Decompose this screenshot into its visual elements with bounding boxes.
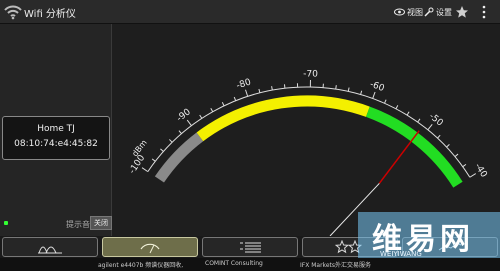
gauge-minor-tick (347, 87, 350, 92)
wifi-app-icon (4, 5, 22, 20)
gauge-minor-tick (417, 118, 421, 123)
gauge-minor-tick (384, 99, 387, 104)
settings-button[interactable]: 设置 (424, 4, 452, 20)
gauge-minor-tick (151, 158, 156, 162)
network-bssid: 08:10:74:e4:45:82 (14, 139, 98, 149)
watermark-url: WEIYIWANG (380, 250, 422, 258)
tab-signal-meter[interactable] (102, 237, 198, 257)
action-bar: Wifi 分析仪 视图 设置 (0, 0, 500, 24)
gauge-major-tick (469, 173, 477, 178)
eye-icon (394, 8, 405, 16)
gauge-band-0 (154, 132, 204, 183)
gauge-minor-tick (395, 105, 399, 110)
wrench-icon (424, 7, 434, 17)
gauge-tick-label: -80 (235, 77, 252, 91)
signal-meter-icon (140, 243, 160, 254)
gauge-minor-tick (169, 139, 173, 143)
gauge-tick-label: -50 (427, 112, 445, 129)
ad-link-3[interactable]: IFX Markets外汇交易服务 (300, 260, 390, 269)
tab-channel-graph[interactable] (2, 237, 98, 257)
settings-label: 设置 (436, 7, 452, 17)
selected-network[interactable]: Home TJ 08:10:74:e4:45:82 (2, 116, 110, 160)
favorite-button[interactable] (455, 4, 471, 20)
gauge-unit-label: dBm (130, 138, 149, 158)
star-icon (456, 6, 468, 18)
gauge-band-1 (196, 95, 370, 142)
app-title: Wifi 分析仪 (24, 9, 76, 20)
gauge-minor-tick (446, 143, 450, 148)
signal-meter-gauge: -100-90-80-70-60-50-40dBm (128, 69, 489, 236)
view-button[interactable]: 视图 (394, 4, 423, 20)
gauge-major-tick (372, 91, 376, 99)
ad-link-2[interactable]: COMINT Consulting (205, 260, 285, 267)
gauge-minor-tick (210, 107, 214, 112)
gauge-minor-tick (221, 102, 225, 107)
gauge-major-tick (141, 167, 149, 173)
gauge-minor-tick (233, 96, 237, 101)
network-ssid: Home TJ (37, 124, 75, 134)
gauge-minor-tick (258, 88, 261, 93)
ad-link-1[interactable]: agilent e4407b 频谱仪器回收, (98, 260, 194, 269)
gauge-band-2 (365, 106, 463, 188)
gauge-minor-tick (437, 134, 441, 139)
gauge-major-tick (245, 89, 249, 97)
gauge-minor-tick (199, 114, 203, 119)
gauge-minor-tick (406, 111, 410, 116)
gauge-tick-label: -60 (368, 80, 385, 95)
gauge-minor-tick (462, 163, 467, 168)
gauge-tick-label: -40 (472, 162, 488, 180)
gauge-major-tick (427, 124, 433, 131)
gauge-minor-tick (178, 130, 182, 134)
view-label: 视图 (407, 7, 423, 17)
gauge-major-tick (186, 119, 192, 126)
channel-graph-icon (38, 246, 62, 254)
gauge-minor-tick (360, 90, 363, 95)
ad-banner: agilent e4407b 频谱仪器回收, COMINT Consulting… (0, 258, 500, 271)
overflow-menu-button[interactable] (482, 4, 488, 20)
tab-ap-list[interactable] (202, 237, 298, 257)
gauge-minor-tick (271, 86, 273, 91)
status-led (4, 221, 8, 225)
gauge-minor-tick (454, 153, 459, 157)
gauge-minor-tick (160, 148, 164, 152)
network-panel: Home TJ 08:10:74:e4:45:82 提示音 关闭 (0, 24, 112, 236)
gauge-tick-label: -70 (303, 69, 318, 79)
alarm-label: 提示音 (66, 220, 90, 229)
gauge-tick-label: -90 (175, 107, 193, 124)
gauge-needle (378, 130, 420, 184)
alarm-toggle-button[interactable]: 关闭 (90, 216, 112, 230)
gauge-minor-tick (335, 85, 337, 90)
list-icon (240, 242, 261, 253)
more-vert-icon (482, 5, 486, 19)
